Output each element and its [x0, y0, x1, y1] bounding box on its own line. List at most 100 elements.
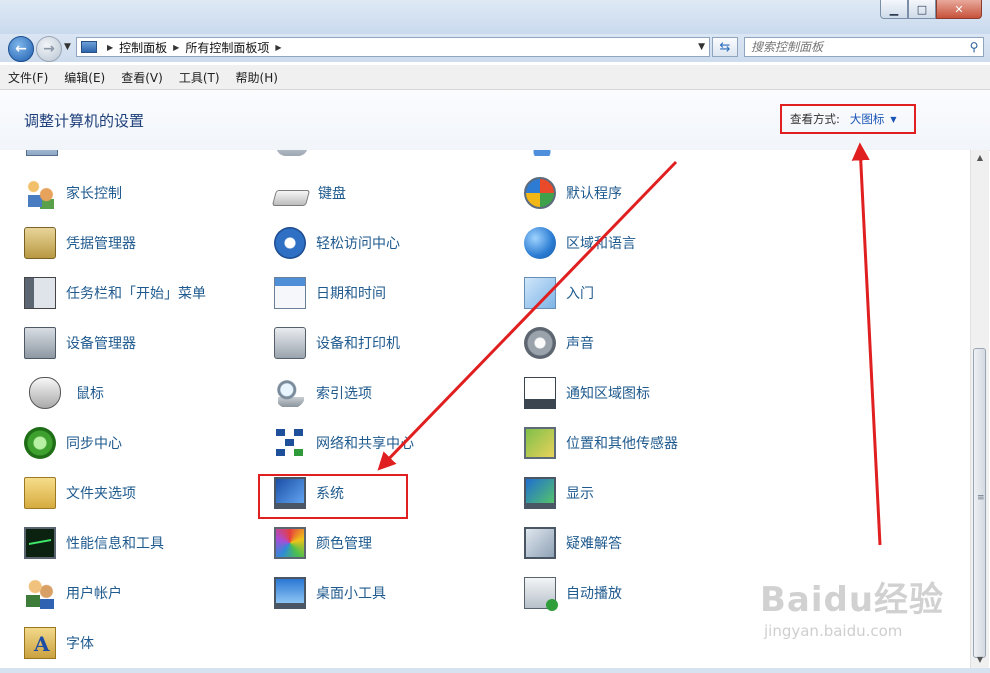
getting-started-icon — [524, 277, 556, 309]
item-label: 网络和共享中心 — [316, 436, 414, 452]
sound-icon — [524, 327, 556, 359]
item-label: 用户帐户 — [66, 586, 122, 602]
item-label: 设备管理器 — [66, 336, 136, 352]
scrollbar-thumb[interactable]: ≡ — [973, 348, 986, 658]
item-folder-options[interactable]: 文件夹选项 — [24, 476, 136, 510]
autoplay-icon — [524, 577, 558, 611]
breadcrumb-separator-icon[interactable]: ▶ — [173, 43, 179, 52]
watermark-url: jingyan.baidu.com — [764, 622, 903, 640]
item-autoplay[interactable]: 自动播放 — [524, 576, 622, 611]
sync-center-icon — [24, 427, 56, 459]
item-troubleshooting[interactable]: 疑难解答 — [524, 526, 622, 560]
menu-tools[interactable]: 工具(T) — [171, 69, 228, 86]
breadcrumb-all-items[interactable]: 所有控制面板项 — [185, 39, 269, 56]
item-fonts[interactable]: 字体 — [24, 626, 94, 660]
date-time-icon — [274, 277, 306, 309]
refresh-button[interactable]: ⇆ — [712, 37, 738, 57]
scroll-down-icon[interactable]: ▼ — [971, 652, 989, 668]
item-keyboard[interactable]: 键盘 — [271, 176, 346, 210]
item-taskbar-start-menu[interactable]: 任务栏和「开始」菜单 — [24, 276, 206, 310]
search-input[interactable] — [745, 39, 965, 55]
desktop-gadgets-icon — [274, 577, 306, 609]
item-user-accounts[interactable]: 用户帐户 — [24, 576, 122, 610]
item-network-sharing[interactable]: 网络和共享中心 — [274, 426, 414, 460]
arrow-left-icon: ← — [15, 41, 27, 57]
item-device-manager[interactable]: 设备管理器 — [24, 326, 136, 360]
item-label: 文件夹选项 — [66, 486, 136, 502]
item-getting-started[interactable]: 入门 — [524, 276, 594, 310]
item-label: 默认程序 — [566, 186, 622, 202]
item-performance[interactable]: 性能信息和工具 — [24, 526, 164, 560]
notification-area-icon — [524, 377, 556, 409]
menu-help[interactable]: 帮助(H) — [228, 69, 286, 86]
menu-view[interactable]: 查看(V) — [113, 69, 171, 86]
control-panel-icon — [81, 41, 97, 53]
vertical-scrollbar[interactable]: ▲ ≡ ▼ — [970, 150, 989, 668]
taskbar-start-menu-icon — [24, 277, 56, 309]
breadcrumb-separator-icon[interactable]: ▶ — [275, 43, 281, 52]
view-by-label: 查看方式: — [790, 112, 840, 126]
menu-file[interactable]: 文件(F) — [0, 69, 56, 86]
item-label: 通知区域图标 — [566, 386, 650, 402]
item-label: 声音 — [566, 336, 594, 352]
default-programs-icon — [524, 177, 556, 209]
menu-edit[interactable]: 编辑(E) — [56, 69, 113, 86]
cut-off-item-icon — [526, 150, 558, 156]
address-bar[interactable]: ▶ 控制面板 ▶ 所有控制面板项 ▶ ▼ — [76, 37, 710, 57]
back-button[interactable]: ← — [8, 36, 34, 62]
item-mouse[interactable]: 鼠标 — [24, 376, 104, 410]
breadcrumb-control-panel[interactable]: 控制面板 — [119, 39, 167, 56]
item-label: 性能信息和工具 — [66, 536, 164, 552]
minimize-button[interactable]: ▁ — [880, 0, 908, 19]
scroll-up-icon[interactable]: ▲ — [971, 150, 989, 166]
recent-pages-dropdown[interactable]: ▼ — [64, 42, 71, 52]
item-label: 颜色管理 — [316, 536, 372, 552]
item-label: 设备和打印机 — [316, 336, 400, 352]
address-dropdown-icon[interactable]: ▼ — [698, 42, 705, 52]
item-color-management[interactable]: 颜色管理 — [274, 526, 372, 560]
baidu-watermark: Baidu经验 jingyan.baidu.com — [760, 572, 950, 652]
item-label: 任务栏和「开始」菜单 — [66, 286, 206, 302]
item-default-programs[interactable]: 默认程序 — [524, 176, 622, 210]
location-sensors-icon — [524, 427, 556, 459]
item-parental-controls[interactable]: 家长控制 — [24, 176, 122, 210]
item-label: 自动播放 — [566, 586, 622, 602]
search-icon[interactable]: ⚲ — [965, 40, 983, 54]
breadcrumb-separator-icon[interactable]: ▶ — [107, 43, 113, 52]
item-notification-area-icons[interactable]: 通知区域图标 — [524, 376, 650, 410]
item-label: 凭据管理器 — [66, 236, 136, 252]
item-sound[interactable]: 声音 — [524, 326, 594, 360]
item-credential-manager[interactable]: 凭据管理器 — [24, 226, 136, 260]
troubleshooting-icon — [524, 527, 556, 559]
item-display[interactable]: 显示 — [524, 476, 594, 510]
page-header: 调整计算机的设置 查看方式: 大图标 ▼ — [0, 90, 990, 151]
parental-controls-icon — [24, 177, 56, 209]
item-location-sensors[interactable]: 位置和其他传感器 — [524, 426, 678, 460]
view-by-value[interactable]: 大图标 — [850, 111, 885, 127]
item-date-time[interactable]: 日期和时间 — [274, 276, 386, 310]
item-region-language[interactable]: 区域和语言 — [524, 226, 636, 260]
refresh-icon: ⇆ — [719, 39, 731, 55]
network-sharing-icon — [274, 427, 306, 459]
item-desktop-gadgets[interactable]: 桌面小工具 — [274, 576, 386, 610]
item-devices-printers[interactable]: 设备和打印机 — [274, 326, 400, 360]
item-label: 区域和语言 — [566, 236, 636, 252]
search-box[interactable]: ⚲ — [744, 37, 984, 57]
forward-button[interactable]: → — [36, 36, 62, 62]
chevron-down-icon[interactable]: ▼ — [890, 115, 896, 124]
item-label: 显示 — [566, 486, 594, 502]
window-bottom-border — [0, 668, 990, 673]
item-sync-center[interactable]: 同步中心 — [24, 426, 122, 460]
item-label: 索引选项 — [316, 386, 372, 402]
item-indexing-options[interactable]: 索引选项 — [274, 376, 372, 410]
view-by-selector[interactable]: 查看方式: 大图标 ▼ — [780, 104, 916, 134]
item-ease-of-access[interactable]: 轻松访问中心 — [274, 226, 400, 260]
ease-of-access-icon — [274, 227, 306, 259]
fonts-icon — [24, 627, 56, 659]
page-title: 调整计算机的设置 — [24, 112, 145, 130]
item-label: 入门 — [566, 286, 594, 302]
item-label: 轻松访问中心 — [316, 236, 400, 252]
maximize-button[interactable]: □ — [908, 0, 936, 19]
device-manager-icon — [24, 327, 56, 359]
close-button[interactable]: ✕ — [936, 0, 982, 19]
